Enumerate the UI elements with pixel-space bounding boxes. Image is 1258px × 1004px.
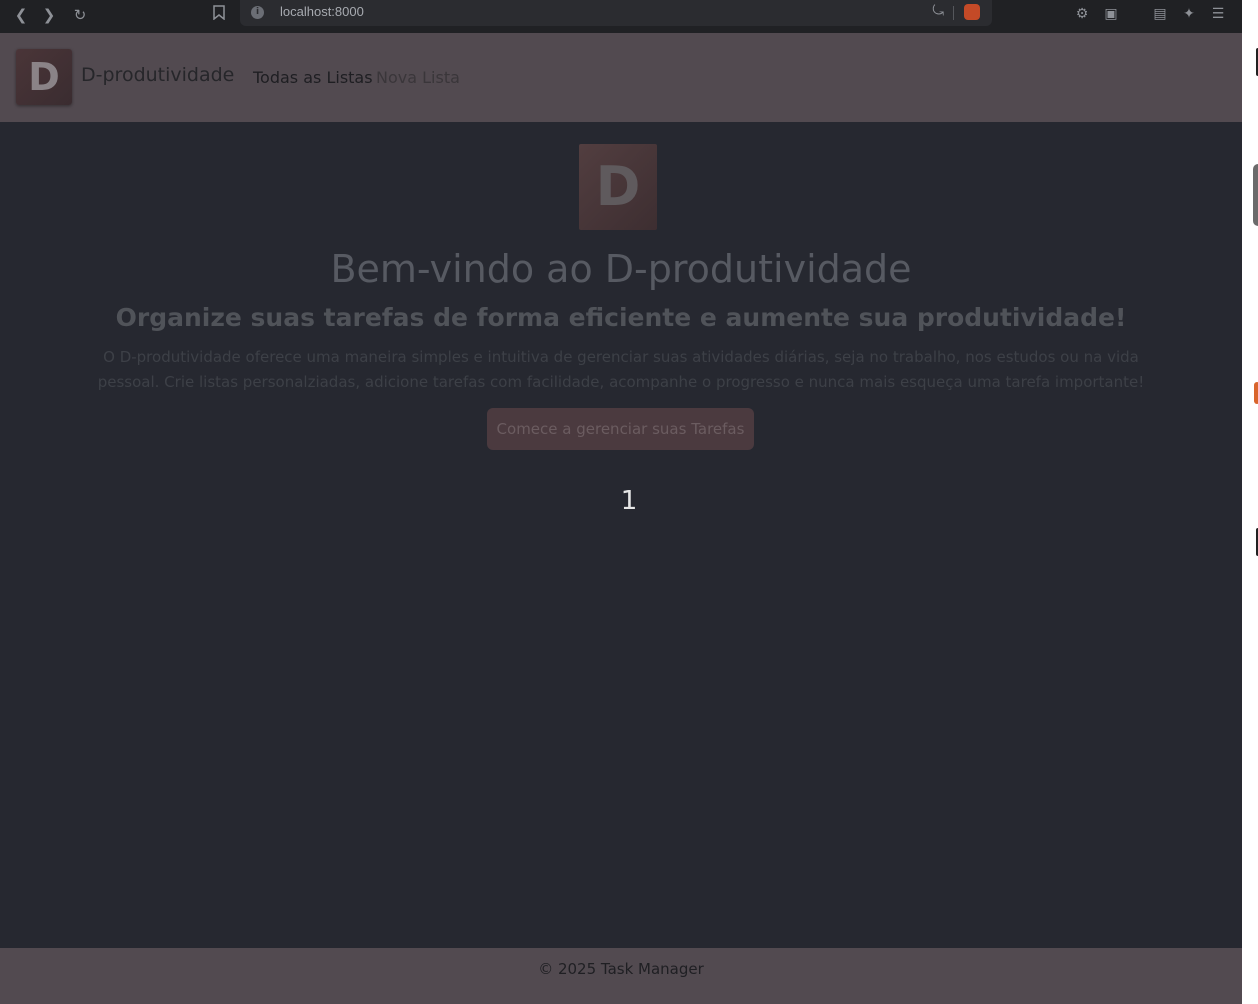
share-icon[interactable]: ⤿ <box>932 3 944 19</box>
menu-icon[interactable]: ☰ <box>1208 4 1228 24</box>
side-panel-badge <box>1254 382 1258 404</box>
bookmark-icon[interactable] <box>208 4 230 26</box>
nav-link-new-list[interactable]: Nova Lista <box>376 68 460 87</box>
forward-icon[interactable]: ❯ <box>38 4 60 26</box>
hero-logo: D <box>579 144 657 230</box>
brand-name[interactable]: D-produtividade <box>81 64 234 86</box>
hero-title: Bem-vindo ao D-produtividade <box>330 247 912 291</box>
extensions-icon[interactable]: ⚙ <box>1072 4 1092 24</box>
address-bar[interactable]: i localhost:8000 ⤿ <box>240 0 992 26</box>
back-icon[interactable]: ❮ <box>10 4 32 26</box>
site-header: D D-produtividade Todas as Listas Nova L… <box>0 33 1242 122</box>
footer-copyright: © 2025 Task Manager <box>538 960 704 978</box>
side-panel <box>1242 0 1258 1004</box>
browser-toolbar: ❮ ❯ ↻ i localhost:8000 ⤿ ⚙ ▣ ▤ ✦ ☰ <box>0 0 1242 34</box>
site-info-icon[interactable]: i <box>251 6 264 19</box>
header-logo-letter: D <box>28 55 60 99</box>
hero-description: O D-produtividade oferece uma maneira si… <box>97 348 1145 391</box>
brave-shield-icon[interactable] <box>964 4 980 20</box>
header-logo[interactable]: D <box>16 49 72 105</box>
hero-logo-letter: D <box>595 155 641 218</box>
start-managing-button[interactable]: Comece a gerenciar suas Tarefas <box>487 408 754 450</box>
reload-icon[interactable]: ↻ <box>69 4 91 26</box>
nav-link-all-lists[interactable]: Todas as Listas <box>253 68 373 87</box>
leo-ai-icon[interactable]: ✦ <box>1179 4 1199 24</box>
side-panel-scroll-thumb[interactable] <box>1253 164 1258 226</box>
hero-subtitle: Organize suas tarefas de forma eficiente… <box>115 303 1127 332</box>
url-text: localhost:8000 <box>280 4 364 19</box>
wallet-icon[interactable]: ▤ <box>1150 4 1170 24</box>
divider <box>953 6 954 20</box>
reader-icon[interactable]: ▣ <box>1101 4 1121 24</box>
site-footer: © 2025 Task Manager <box>0 948 1242 1004</box>
overlay-counter: 1 <box>620 486 638 516</box>
